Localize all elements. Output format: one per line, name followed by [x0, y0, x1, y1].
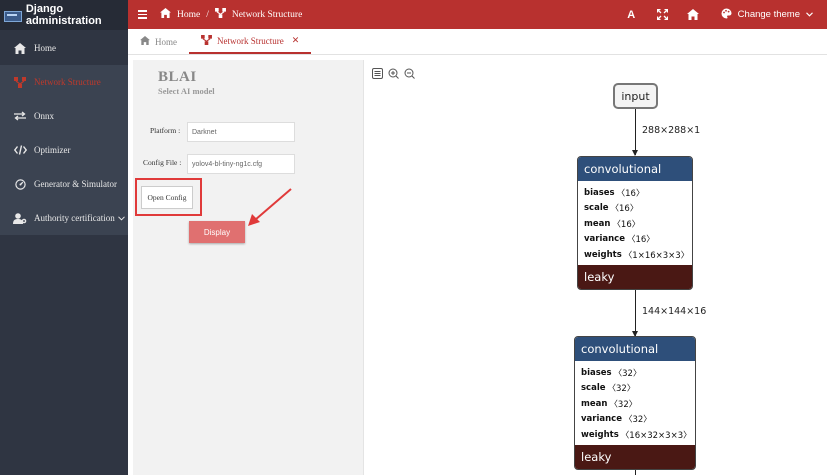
palette-icon	[721, 7, 732, 22]
network-icon	[12, 76, 28, 88]
attr-value: 〈32〉	[613, 368, 642, 379]
swap-icon	[12, 111, 28, 121]
sidebar-item-label: Network Structure	[34, 77, 101, 87]
activation-node: leaky	[578, 264, 692, 289]
sidebar-item-label: Home	[34, 43, 56, 53]
sidebar-item-generator-simulator[interactable]: Generator & Simulator	[0, 167, 128, 201]
app-title: Django administration	[25, 3, 102, 27]
attr-value: 〈16〉	[616, 188, 645, 199]
attr-name: mean	[584, 218, 611, 229]
font-size-icon[interactable]: A	[616, 9, 647, 21]
sidebar-item-label: Onnx	[34, 111, 54, 121]
breadcrumb: Home / Network Structure	[160, 8, 302, 21]
layer-attributes: biases 〈16〉 scale 〈16〉 mean 〈16〉 variance 〈1…	[578, 181, 692, 265]
home-icon[interactable]	[160, 8, 171, 21]
sidebar-item-optimizer[interactable]: Optimizer	[0, 133, 128, 167]
graph-edge	[632, 290, 638, 337]
home-icon	[140, 36, 150, 47]
home-icon[interactable]	[678, 9, 709, 20]
attr-row: scale 〈16〉	[584, 201, 686, 217]
attr-row: variance 〈32〉	[581, 412, 689, 428]
attr-name: weights	[581, 429, 619, 440]
tab-home[interactable]: Home	[128, 29, 189, 54]
breadcrumb-separator: /	[206, 9, 209, 20]
sidebar-item-network-structure[interactable]: Network Structure	[0, 65, 128, 99]
attr-name: scale	[584, 203, 609, 214]
sidebar-item-onnx[interactable]: Onnx	[0, 99, 128, 133]
zoom-in-icon[interactable]	[387, 67, 399, 79]
network-icon	[201, 34, 212, 47]
change-theme-button[interactable]: Change theme	[721, 7, 813, 22]
layer-attributes: biases 〈32〉 scale 〈32〉 mean 〈32〉 variance 〈3…	[575, 361, 695, 445]
annotation-arrow-icon	[248, 188, 292, 226]
attr-name: weights	[584, 249, 622, 260]
network-icon	[214, 8, 226, 21]
attr-name: biases	[581, 367, 612, 378]
edge-label: 288×288×1	[642, 125, 701, 136]
home-icon	[12, 42, 28, 54]
model-select-panel: BLAI Select AI model Platform : Darknet …	[133, 60, 363, 475]
sidebar-item-label: Authority certification	[34, 213, 115, 223]
chevron-down-icon	[117, 214, 125, 223]
menu-toggle-icon[interactable]	[138, 10, 160, 19]
change-theme-label: Change theme	[737, 9, 800, 20]
attr-value: 〈16〉	[612, 219, 641, 230]
attr-value: 〈32〉	[609, 399, 638, 410]
sidebar: Django administration Home Network Struc…	[0, 0, 128, 475]
layer-node[interactable]: convolutional biases 〈16〉 scale 〈16〉 mean 〈…	[577, 156, 693, 290]
user-cog-icon	[12, 212, 28, 224]
close-icon[interactable]: ✕	[292, 35, 300, 46]
attr-value: 〈16〉	[610, 204, 639, 215]
attr-name: mean	[581, 398, 608, 409]
attr-value: 〈16×32×3×3〉	[620, 430, 692, 441]
code-icon	[12, 145, 28, 155]
tab-label: Network Structure	[217, 35, 284, 46]
chevron-down-icon	[806, 9, 813, 20]
activation-node: leaky	[575, 444, 695, 469]
network-graph[interactable]: input 288×288×1 convolutional biases 〈16〉…	[363, 60, 827, 475]
edge-label: 144×144×16	[642, 306, 707, 317]
layer-node[interactable]: convolutional biases 〈32〉 scale 〈32〉 mean 〈…	[574, 336, 696, 470]
attr-name: biases	[584, 187, 615, 198]
fullscreen-icon[interactable]	[647, 9, 678, 20]
gauge-icon	[12, 178, 28, 190]
sidebar-item-home[interactable]: Home	[0, 31, 128, 65]
graph-toolbar	[371, 67, 415, 79]
top-header: Home / Network Structure A Change theme	[128, 0, 827, 29]
input-node[interactable]: input	[613, 83, 658, 109]
attr-row: variance 〈16〉	[584, 232, 686, 248]
attr-value: 〈16〉	[626, 235, 655, 246]
tab-network-structure[interactable]: Network Structure ✕	[189, 29, 312, 54]
sidebar-item-label: Generator & Simulator	[34, 179, 117, 189]
attr-value: 〈32〉	[607, 384, 636, 395]
attr-row: weights 〈16×32×3×3〉	[581, 427, 692, 443]
sidebar-item-label: Optimizer	[34, 145, 71, 155]
attr-name: variance	[581, 414, 622, 425]
attr-name: scale	[581, 383, 606, 394]
attr-value: 〈32〉	[623, 415, 652, 426]
sidebar-item-authority-certification[interactable]: Authority certification	[0, 201, 128, 235]
graph-edge	[635, 470, 636, 475]
attr-row: mean 〈32〉	[581, 396, 689, 412]
django-logo-icon	[4, 9, 22, 22]
layer-type: convolutional	[575, 337, 695, 361]
breadcrumb-home[interactable]: Home	[177, 10, 200, 20]
attr-value: 〈1×16×3×3〉	[623, 250, 690, 261]
breadcrumb-current: Network Structure	[231, 9, 303, 20]
attr-row: weights 〈1×16×3×3〉	[584, 247, 690, 263]
tab-bar: Home Network Structure ✕	[128, 29, 827, 55]
attr-row: scale 〈32〉	[581, 381, 689, 397]
attr-row: biases 〈16〉	[584, 185, 686, 201]
list-icon[interactable]	[371, 67, 383, 79]
zoom-out-icon[interactable]	[403, 67, 415, 79]
brand[interactable]: Django administration	[0, 0, 128, 30]
attr-row: biases 〈32〉	[581, 365, 689, 381]
tab-label: Home	[155, 36, 177, 47]
attr-name: variance	[584, 234, 625, 245]
layer-type: convolutional	[578, 157, 692, 181]
attr-row: mean 〈16〉	[584, 216, 686, 232]
graph-edge	[632, 109, 638, 156]
